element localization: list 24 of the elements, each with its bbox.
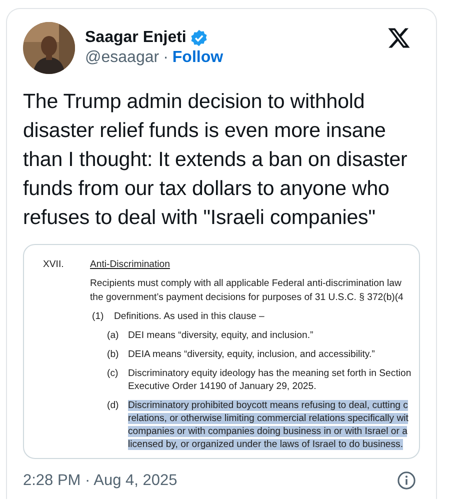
document-screenshot[interactable] <box>23 244 420 459</box>
document-line: Discriminatory equity ideology has the meaning set forth in Section <box>128 368 412 379</box>
item-label: (1) <box>92 311 105 322</box>
item-label: (c) <box>107 368 120 379</box>
document-line: DEIA means “diversity, equity, inclusion, and accessibility.” <box>128 349 375 360</box>
follow-link[interactable]: Follow <box>172 49 224 67</box>
section-number: XVII. <box>43 259 65 272</box>
section-heading: Anti-Discrimination <box>90 259 170 270</box>
document-line: Recipients must comply with all applicable Federal anti-discrimination law <box>90 278 402 289</box>
separator-dot: · <box>163 49 168 67</box>
timestamp[interactable]: 2:28 PM · Aug 4, 2025 <box>23 472 178 490</box>
item-label: (d) <box>107 400 120 411</box>
item-label: (b) <box>107 349 120 360</box>
item-label: (a) <box>107 330 120 341</box>
document-line: Definitions. As used in this clause – <box>114 311 264 322</box>
info-icon[interactable] <box>397 471 416 490</box>
document-line: Executive Order 14190 of January 29, 2025. <box>128 381 316 392</box>
x-logo-icon[interactable] <box>386 26 412 50</box>
tweet-text: The Trump admin decision to withhold disaster relief funds is even more insane than I thought: It extends a ban on disaster funds from our tax dollars to anyone who refuses to deal with "Israeli companies" <box>23 89 408 231</box>
document-line: DEI means “diversity, equity, and inclusion.” <box>128 330 314 341</box>
author-name[interactable]: Saagar Enjeti <box>85 29 186 47</box>
avatar[interactable] <box>23 22 75 74</box>
author-handle[interactable]: @esaagar <box>85 49 160 67</box>
document-line: the government’s payment decisions for purposes of 31 U.S.C. § 372(b)(4 <box>90 292 404 303</box>
